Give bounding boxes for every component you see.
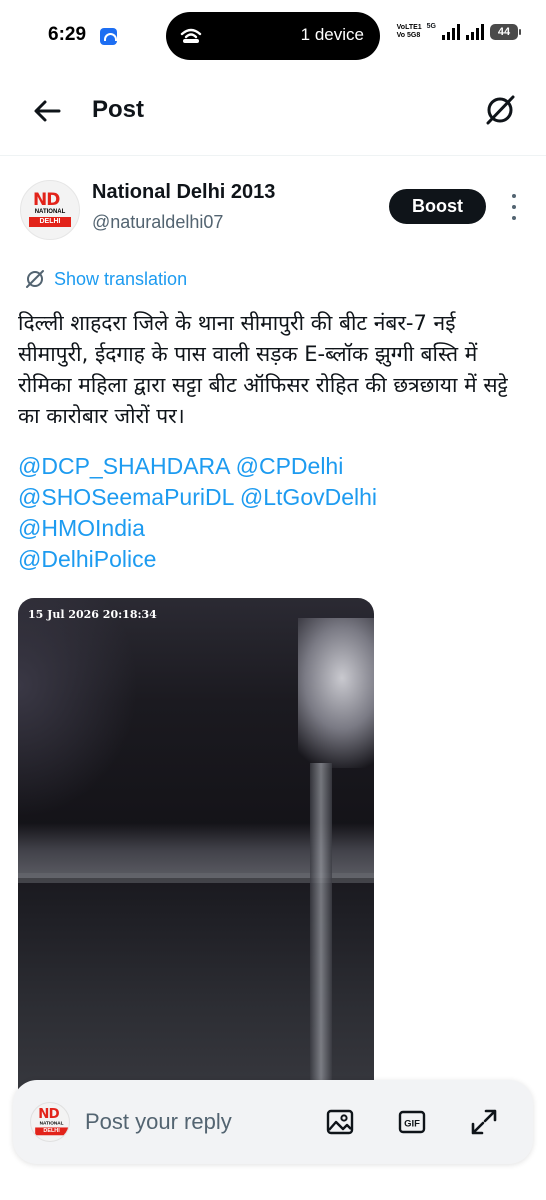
- signal-1-icon: [442, 24, 460, 40]
- post-video[interactable]: 15 Jul 2026 20:18:34: [18, 598, 374, 1118]
- mention-line-4: @DelhiPolice: [18, 544, 530, 575]
- video-frame-shadow: [18, 598, 138, 818]
- translate-icon: [26, 270, 44, 288]
- mention-line-2: @SHOSeemaPuriDL @LtGovDelhi: [18, 482, 530, 513]
- mention-line-3: @HMOIndia: [18, 513, 530, 544]
- network-type-label: 5G: [426, 22, 436, 30]
- top-app-bar: Post: [0, 72, 546, 148]
- video-frame-highlight: [298, 618, 374, 768]
- connected-devices-text: 1 device: [300, 25, 364, 44]
- signal-2-icon: [466, 24, 484, 40]
- boost-button[interactable]: Boost: [389, 189, 486, 224]
- page-title: Post: [92, 96, 145, 123]
- mention-link[interactable]: @LtGovDelhi: [240, 484, 377, 510]
- post-text: दिल्ली शाहदरा जिले के थाना सीमापुरी की ब…: [18, 311, 508, 428]
- mention-link[interactable]: @SHOSeemaPuriDL: [18, 484, 234, 510]
- author-name[interactable]: National Delhi 2013: [92, 181, 275, 204]
- battery-indicator: 44: [490, 24, 521, 40]
- dynamic-island[interactable]: 1 device: [166, 12, 380, 60]
- author-avatar[interactable]: ND NATIONAL DELHI: [20, 180, 80, 240]
- back-arrow-icon[interactable]: [30, 94, 64, 128]
- show-translation-label: Show translation: [54, 268, 188, 289]
- grok-icon[interactable]: [482, 92, 518, 128]
- reply-input[interactable]: [85, 1106, 305, 1138]
- app-notification-icon: [100, 28, 117, 45]
- svg-text:GIF: GIF: [404, 1119, 420, 1130]
- mention-link[interactable]: @CPDelhi: [236, 453, 344, 479]
- mention-link[interactable]: @HMOIndia: [18, 515, 145, 541]
- mention-link[interactable]: @DelhiPolice: [18, 546, 156, 572]
- reply-bar: ND NATIONAL DELHI GIF: [13, 1080, 533, 1164]
- volte-label: VoLTE1 Vo 5G8: [396, 24, 422, 39]
- more-vertical-icon[interactable]: [509, 194, 519, 220]
- national-delhi-logo: ND NATIONAL DELHI: [29, 190, 71, 230]
- mention-link[interactable]: @DCP_SHAHDARA: [18, 453, 229, 479]
- hotspot-icon: [180, 28, 202, 43]
- status-indicators: VoLTE1 Vo 5G8 5G 44: [396, 22, 521, 40]
- status-time: 6:29: [48, 24, 87, 45]
- gif-icon[interactable]: GIF: [396, 1106, 428, 1138]
- expand-icon[interactable]: [468, 1106, 500, 1138]
- reply-avatar: ND NATIONAL DELHI: [30, 1102, 70, 1142]
- post-mentions: @DCP_SHAHDARA @CPDelhi @SHOSeemaPuriDL @…: [18, 451, 530, 575]
- status-bar: 6:29 1 device VoLTE1 Vo 5G8 5G 44: [0, 0, 546, 72]
- header-divider: [0, 155, 546, 156]
- author-handle[interactable]: @naturaldelhi07: [92, 212, 223, 233]
- national-delhi-logo: ND NATIONAL DELHI: [35, 1106, 68, 1137]
- video-timestamp: 15 Jul 2026 20:18:34: [28, 608, 157, 621]
- mention-line-1: @DCP_SHAHDARA @CPDelhi: [18, 451, 530, 482]
- video-frame-pole: [310, 763, 332, 1118]
- image-icon[interactable]: [324, 1106, 356, 1138]
- show-translation-link[interactable]: Show translation: [24, 268, 187, 290]
